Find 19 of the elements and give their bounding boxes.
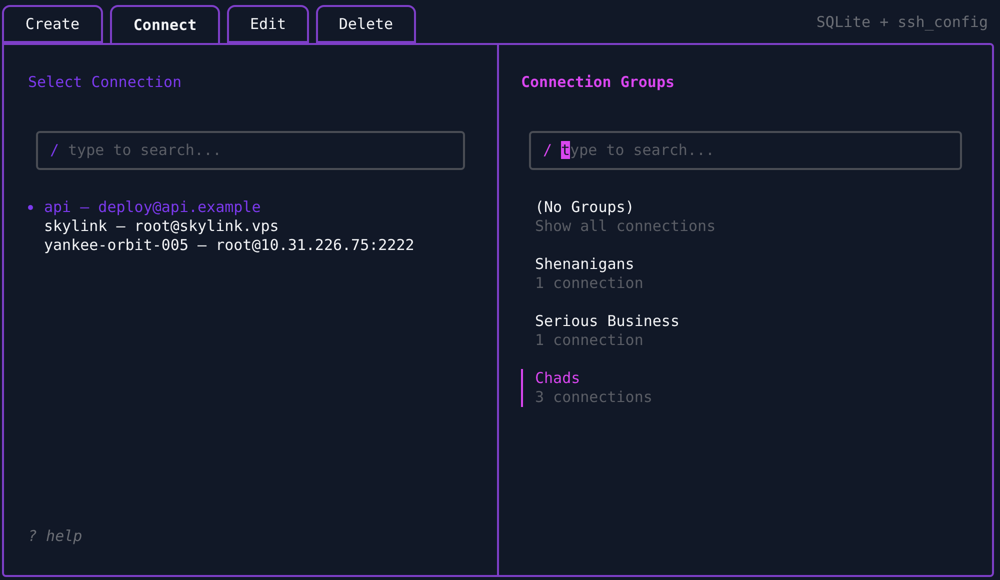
group-item[interactable]: Serious Business 1 connection <box>521 312 972 350</box>
search-placeholder: type to search... <box>561 140 715 161</box>
tab[interactable]: Create <box>2 5 103 43</box>
slash-prompt: / <box>50 140 60 161</box>
panel-title: Connection Groups <box>521 72 676 93</box>
panel-title: Select Connection <box>28 72 183 93</box>
search-field[interactable]: / type to search... <box>529 130 962 170</box>
tab[interactable]: Delete <box>316 5 416 43</box>
group-item[interactable]: Shenanigans 1 connection <box>521 254 972 292</box>
group-item[interactable]: Chads 3 connections <box>521 368 972 406</box>
connection-item[interactable]: yankee-orbit-005 – root@10.31.226.75:2222 <box>26 236 475 254</box>
slash-prompt: / <box>543 140 552 161</box>
backend-label: SQLite + ssh_config <box>816 12 988 32</box>
help-hint: ? help <box>28 526 84 546</box>
tab[interactable]: Edit <box>227 5 309 43</box>
connection-item[interactable]: skylink – root@skylink.vps <box>26 216 475 236</box>
search-placeholder: type to search... <box>68 140 222 161</box>
group-item[interactable]: (No Groups) Show all connections <box>521 198 972 236</box>
tab[interactable]: Connect <box>110 5 220 45</box>
